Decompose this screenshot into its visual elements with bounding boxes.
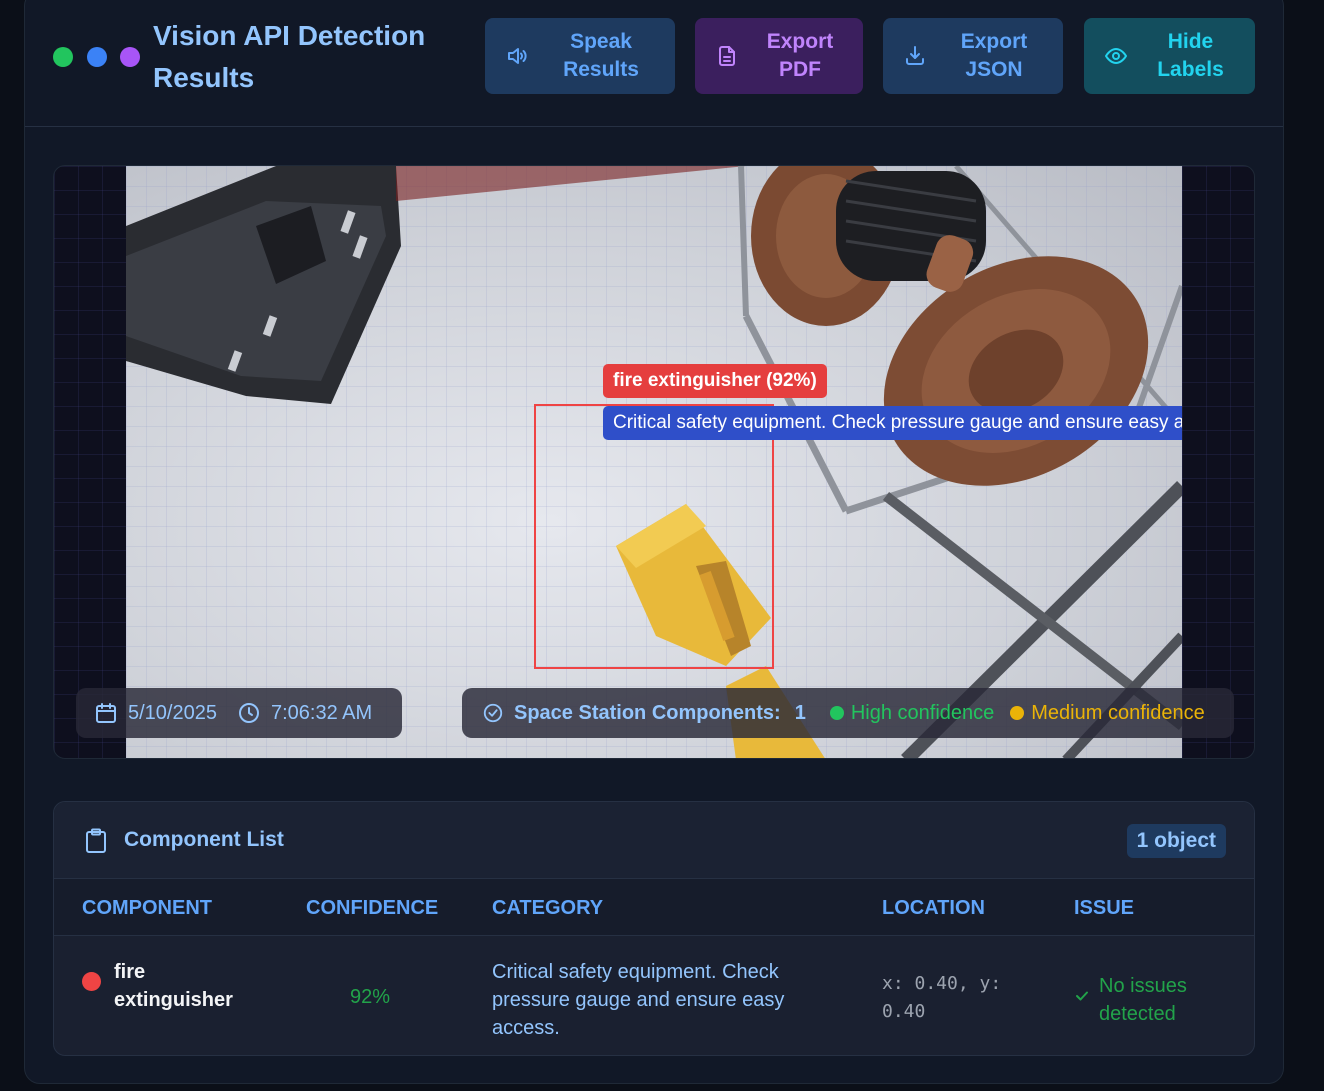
window-dot-blue <box>87 47 107 67</box>
detection-label: fire extinguisher (92%) <box>603 364 827 398</box>
component-status-dot <box>82 972 101 991</box>
speak-results-label: Speak Results <box>563 30 639 81</box>
table-row[interactable]: fire extinguisher 92% Critical safety eq… <box>54 936 1254 1055</box>
column-confidence[interactable]: Confidence <box>306 897 438 920</box>
components-label: Space Station Components: <box>514 701 781 724</box>
window-dot-purple <box>120 47 140 67</box>
calendar-icon <box>96 703 116 723</box>
components-count: 1 <box>794 701 806 724</box>
component-confidence: 92% <box>350 986 391 1008</box>
detection-date: 5/10/2025 <box>128 701 217 724</box>
hide-labels-label: Hide Labels <box>1157 30 1224 81</box>
detection-image: fire extinguisher (92%) Critical safety … <box>126 166 1182 758</box>
column-category[interactable]: Category <box>492 897 603 920</box>
component-location: x: 0.40, y: 0.40 <box>882 973 1002 1022</box>
eye-icon <box>1105 48 1127 64</box>
header: Vision API Detection Results Speak Resul… <box>25 1 1283 127</box>
component-issue: No issues detected <box>1099 975 1187 1025</box>
hide-labels-button[interactable]: Hide Labels <box>1084 18 1255 94</box>
check-icon <box>1076 991 1088 1001</box>
window-dot-green <box>53 47 73 67</box>
table-header: Component Confidence Category Location I… <box>54 879 1254 936</box>
column-component[interactable]: Component <box>82 897 212 920</box>
timestamp-chip: 5/10/2025 7:06:32 AM <box>76 688 402 738</box>
page-title: Vision API Detection Results <box>153 20 426 93</box>
component-list-title: Component List <box>124 828 284 851</box>
component-name: fire extinguisher <box>114 961 233 1011</box>
export-json-label: Export JSON <box>960 30 1028 81</box>
object-count-badge: 1 object <box>1126 824 1226 858</box>
detection-bounding-box[interactable] <box>534 404 774 669</box>
export-pdf-label: Export PDF <box>766 30 834 81</box>
medium-confidence-legend: Medium confidence <box>1031 701 1205 724</box>
check-circle-icon <box>483 703 503 723</box>
download-icon <box>906 46 924 65</box>
speaker-icon <box>508 48 527 64</box>
detection-time: 7:06:32 AM <box>270 701 373 724</box>
clock-icon <box>238 703 259 723</box>
clipboard-icon <box>86 828 106 853</box>
component-list: Component List 1 object Component Confid… <box>53 801 1255 1056</box>
detection-description: Critical safety equipment. Check pressur… <box>603 406 1182 440</box>
speak-results-button[interactable]: Speak Results <box>485 18 675 94</box>
component-list-header: Component List 1 object <box>54 802 1254 879</box>
export-json-button[interactable]: Export JSON <box>883 18 1063 94</box>
export-pdf-button[interactable]: Export PDF <box>695 18 863 94</box>
high-confidence-dot <box>829 706 844 720</box>
detection-viewer: fire extinguisher (92%) Critical safety … <box>53 165 1255 759</box>
column-location[interactable]: Location <box>882 897 985 920</box>
stats-chip: Space Station Components: 1 High confide… <box>462 688 1234 738</box>
column-issue[interactable]: Issue <box>1074 897 1134 920</box>
high-confidence-legend: High confidence <box>850 701 995 724</box>
medium-confidence-dot <box>1010 706 1025 720</box>
file-icon <box>719 46 735 66</box>
component-category: Critical safety equipment. Check pressur… <box>492 961 785 1039</box>
results-panel: Vision API Detection Results Speak Resul… <box>24 0 1284 1084</box>
